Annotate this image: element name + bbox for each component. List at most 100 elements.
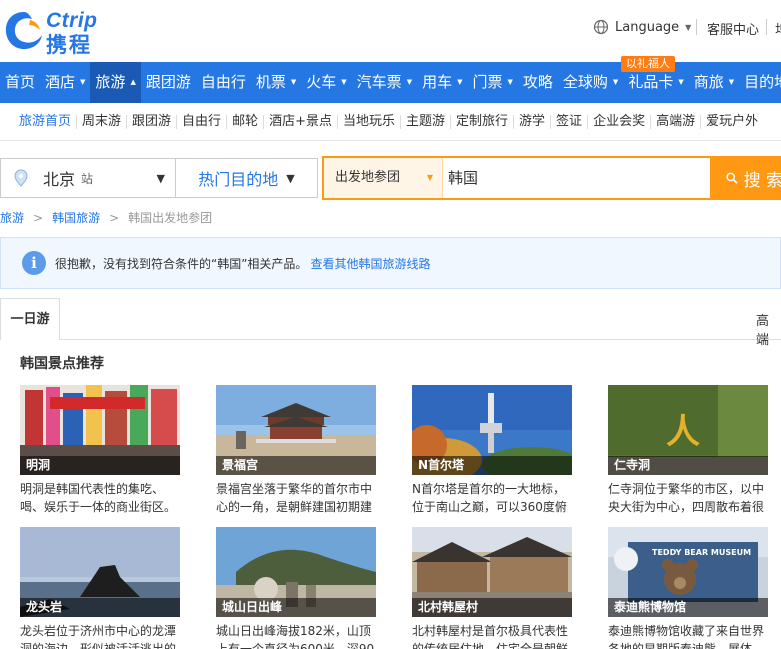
subnav-item[interactable]: 签证 [550,114,587,129]
breadcrumb-link[interactable]: 旅游 [0,211,24,225]
nav-label: 自由行 [200,73,246,91]
subnav-item[interactable]: 跟团游 [126,114,176,129]
section-title: 韩国景点推荐 [20,356,104,372]
nav-item-free-tour[interactable]: 自由行 [196,62,251,103]
attraction-image: TEDDY BEAR MUSEUM 泰迪熊博物馆 [608,527,768,617]
tab-premium[interactable]: 高端 [756,310,781,348]
breadcrumb-separator: > [33,211,44,225]
nav-label: 酒店 [45,73,76,91]
caret-down-icon: ▼ [457,78,463,86]
city-suffix: 站 [81,171,94,186]
search-input[interactable] [444,158,708,198]
attraction-image: N首尔塔 [412,385,572,475]
nav-item-home[interactable]: 首页 [0,62,40,103]
attraction-description: 北村韩屋村是首尔极具代表性的传统居住地，住宅全是朝鲜 [412,624,569,649]
attraction-name: 龙头岩 [20,598,180,617]
subnav-item[interactable]: 主题游 [400,114,450,129]
svg-text:人: 人 [666,412,700,452]
nav-item-global-shop[interactable]: 全球购 ▼ [558,62,623,103]
departure-city-selector[interactable]: 北京 站 ▼ [0,158,176,198]
divider [766,19,767,35]
attraction-card[interactable]: 北村韩屋村 北村韩屋村是首尔极具代表性的传统居住地，住宅全是朝鲜 [412,527,577,649]
attraction-card[interactable]: 明洞 明洞是韩国代表性的集吃、喝、娱乐于一体的商业街区。 [20,385,185,516]
nav-label: 目的地 [744,73,781,91]
customer-service-link[interactable]: 客服中心 [707,19,759,38]
nav-label: 攻略 [522,73,553,91]
nav-item-train[interactable]: 火车 ▼ [301,62,351,103]
subnav-item[interactable]: 定制旅行 [450,114,513,129]
nav-item-group-tour[interactable]: 跟团游 [141,62,196,103]
nav-item-guides[interactable]: 攻略 [518,62,558,103]
nav-item-business[interactable]: 商旅 ▼ [689,62,739,103]
subnav-item[interactable]: 周末游 [76,114,126,129]
attraction-image: 龙头岩 [20,527,180,617]
attraction-card[interactable]: 城山日出峰 城山日出峰海拔182米，山顶上有一个直径为600米，深90 [216,527,381,649]
attraction-card[interactable]: TEDDY BEAR MUSEUM 泰迪熊博物馆 泰迪熊博物馆收藏了来自世界各地… [608,527,773,649]
nav-item-flights[interactable]: 机票 ▼ [251,62,301,103]
nav-item-tickets[interactable]: 门票 ▼ [467,62,517,103]
logo-text-cn: 携程 [46,33,92,57]
language-label: Language [615,19,680,35]
subnav-item[interactable]: 企业会奖 [587,114,650,129]
breadcrumb-current: 韩国出发地参团 [128,211,213,225]
subnav-item[interactable]: 旅游首页 [14,114,76,129]
attraction-name: 明洞 [20,456,180,475]
caret-down-icon: ▼ [685,22,692,32]
tab-one-day-tour[interactable]: 一日游 [0,298,60,340]
nav-item-bus[interactable]: 汽车票 ▼ [352,62,417,103]
no-results-notice: i 很抱歉，没有找到符合条件的“韩国”相关产品。 查看其他韩国旅游线路 [0,237,781,289]
nav-label: 用车 [422,73,453,91]
attraction-image: 明洞 [20,385,180,475]
subnav-item[interactable]: 高端游 [650,114,700,129]
subnav-item[interactable]: 爱玩户外 [700,114,763,129]
nav-item-destination[interactable]: 目的地 [739,62,781,103]
breadcrumb-separator: > [109,211,120,225]
svg-text:TEDDY BEAR MUSEUM: TEDDY BEAR MUSEUM [652,548,751,557]
attraction-image: 城山日出峰 [216,527,376,617]
hot-destinations-dropdown[interactable]: 热门目的地 ▼ [176,158,318,198]
caret-down-icon: ▼ [507,78,513,86]
subnav-item[interactable]: 当地玩乐 [336,114,400,129]
caret-down-icon: ▼ [426,173,433,182]
attraction-card[interactable]: N首尔塔 N首尔塔是首尔的一大地标，位于南山之巅，可以360度俯 [412,385,577,516]
search-type-label: 出发地参团 [335,170,401,185]
attraction-name: 北村韩屋村 [412,598,572,617]
caret-down-icon: ▼ [728,78,735,86]
search-type-select[interactable]: 出发地参团 ▼ [324,158,443,198]
subnav-item[interactable]: 自由行 [176,114,226,129]
nav-item-hotel[interactable]: 酒店 ▼ [40,62,90,103]
search-button-label: 搜 索 [743,170,781,191]
header-link-cut[interactable]: 坞 [775,19,781,38]
attraction-card[interactable]: 景福宫 景福宫坐落于繁华的首尔市中心的一角，是朝鲜建国初期建 [216,385,381,516]
location-pin-icon [14,169,28,187]
attraction-card[interactable]: 人 仁寺洞 仁寺洞位于繁华的市区，以中央大街为中心，四周散布着很 [608,385,773,516]
product-tabs: 一日游 高端 [0,298,781,348]
search-bar: 北京 站 ▼ 热门目的地 ▼ 出发地参团 ▼ 搜 索 [0,156,781,200]
hot-destinations-label: 热门目的地 [198,170,279,189]
attraction-description: 泰迪熊博物馆收藏了来自世界各地的早期版泰迪熊，展体 [608,624,765,649]
ctrip-logo[interactable]: Ctrip 携程 [0,6,125,57]
search-button[interactable]: 搜 索 [710,158,781,198]
caret-down-icon: ▼ [341,78,347,86]
breadcrumb: 旅游 > 韩国旅游 > 韩国出发地参团 [0,209,212,226]
caret-down-icon: ▼ [612,78,619,86]
breadcrumb-link[interactable]: 韩国旅游 [52,211,100,225]
chevron-down-icon: ▼ [286,171,295,185]
subnav-item[interactable]: 游学 [513,114,550,129]
info-icon: i [22,251,46,275]
other-korea-routes-link[interactable]: 查看其他韩国旅游线路 [310,257,430,271]
language-selector[interactable]: Language ▼ [593,19,691,35]
subnav-item[interactable]: 酒店+景点 [263,114,337,129]
subnav-item[interactable]: 邮轮 [226,114,263,129]
notice-text: 很抱歉，没有找到符合条件的“韩国”相关产品。 查看其他韩国旅游线路 [55,255,430,272]
nav-item-travel[interactable]: 旅游 ▲ [90,62,141,103]
nav-label: 跟团游 [145,73,191,91]
attraction-image: 景福宫 [216,385,376,475]
nav-label: 首页 [5,73,36,91]
nav-item-car[interactable]: 用车 ▼ [417,62,467,103]
attraction-description: 景福宫坐落于繁华的首尔市中心的一角，是朝鲜建国初期建 [216,482,373,514]
attraction-name: 仁寺洞 [608,456,768,475]
nav-label: 旅游 [95,73,126,91]
attraction-card[interactable]: 龙头岩 龙头岩位于济州市中心的龙潭洞的海边，形似被活活逃出的 [20,527,185,649]
attraction-description: 明洞是韩国代表性的集吃、喝、娱乐于一体的商业街区。 [20,482,177,514]
